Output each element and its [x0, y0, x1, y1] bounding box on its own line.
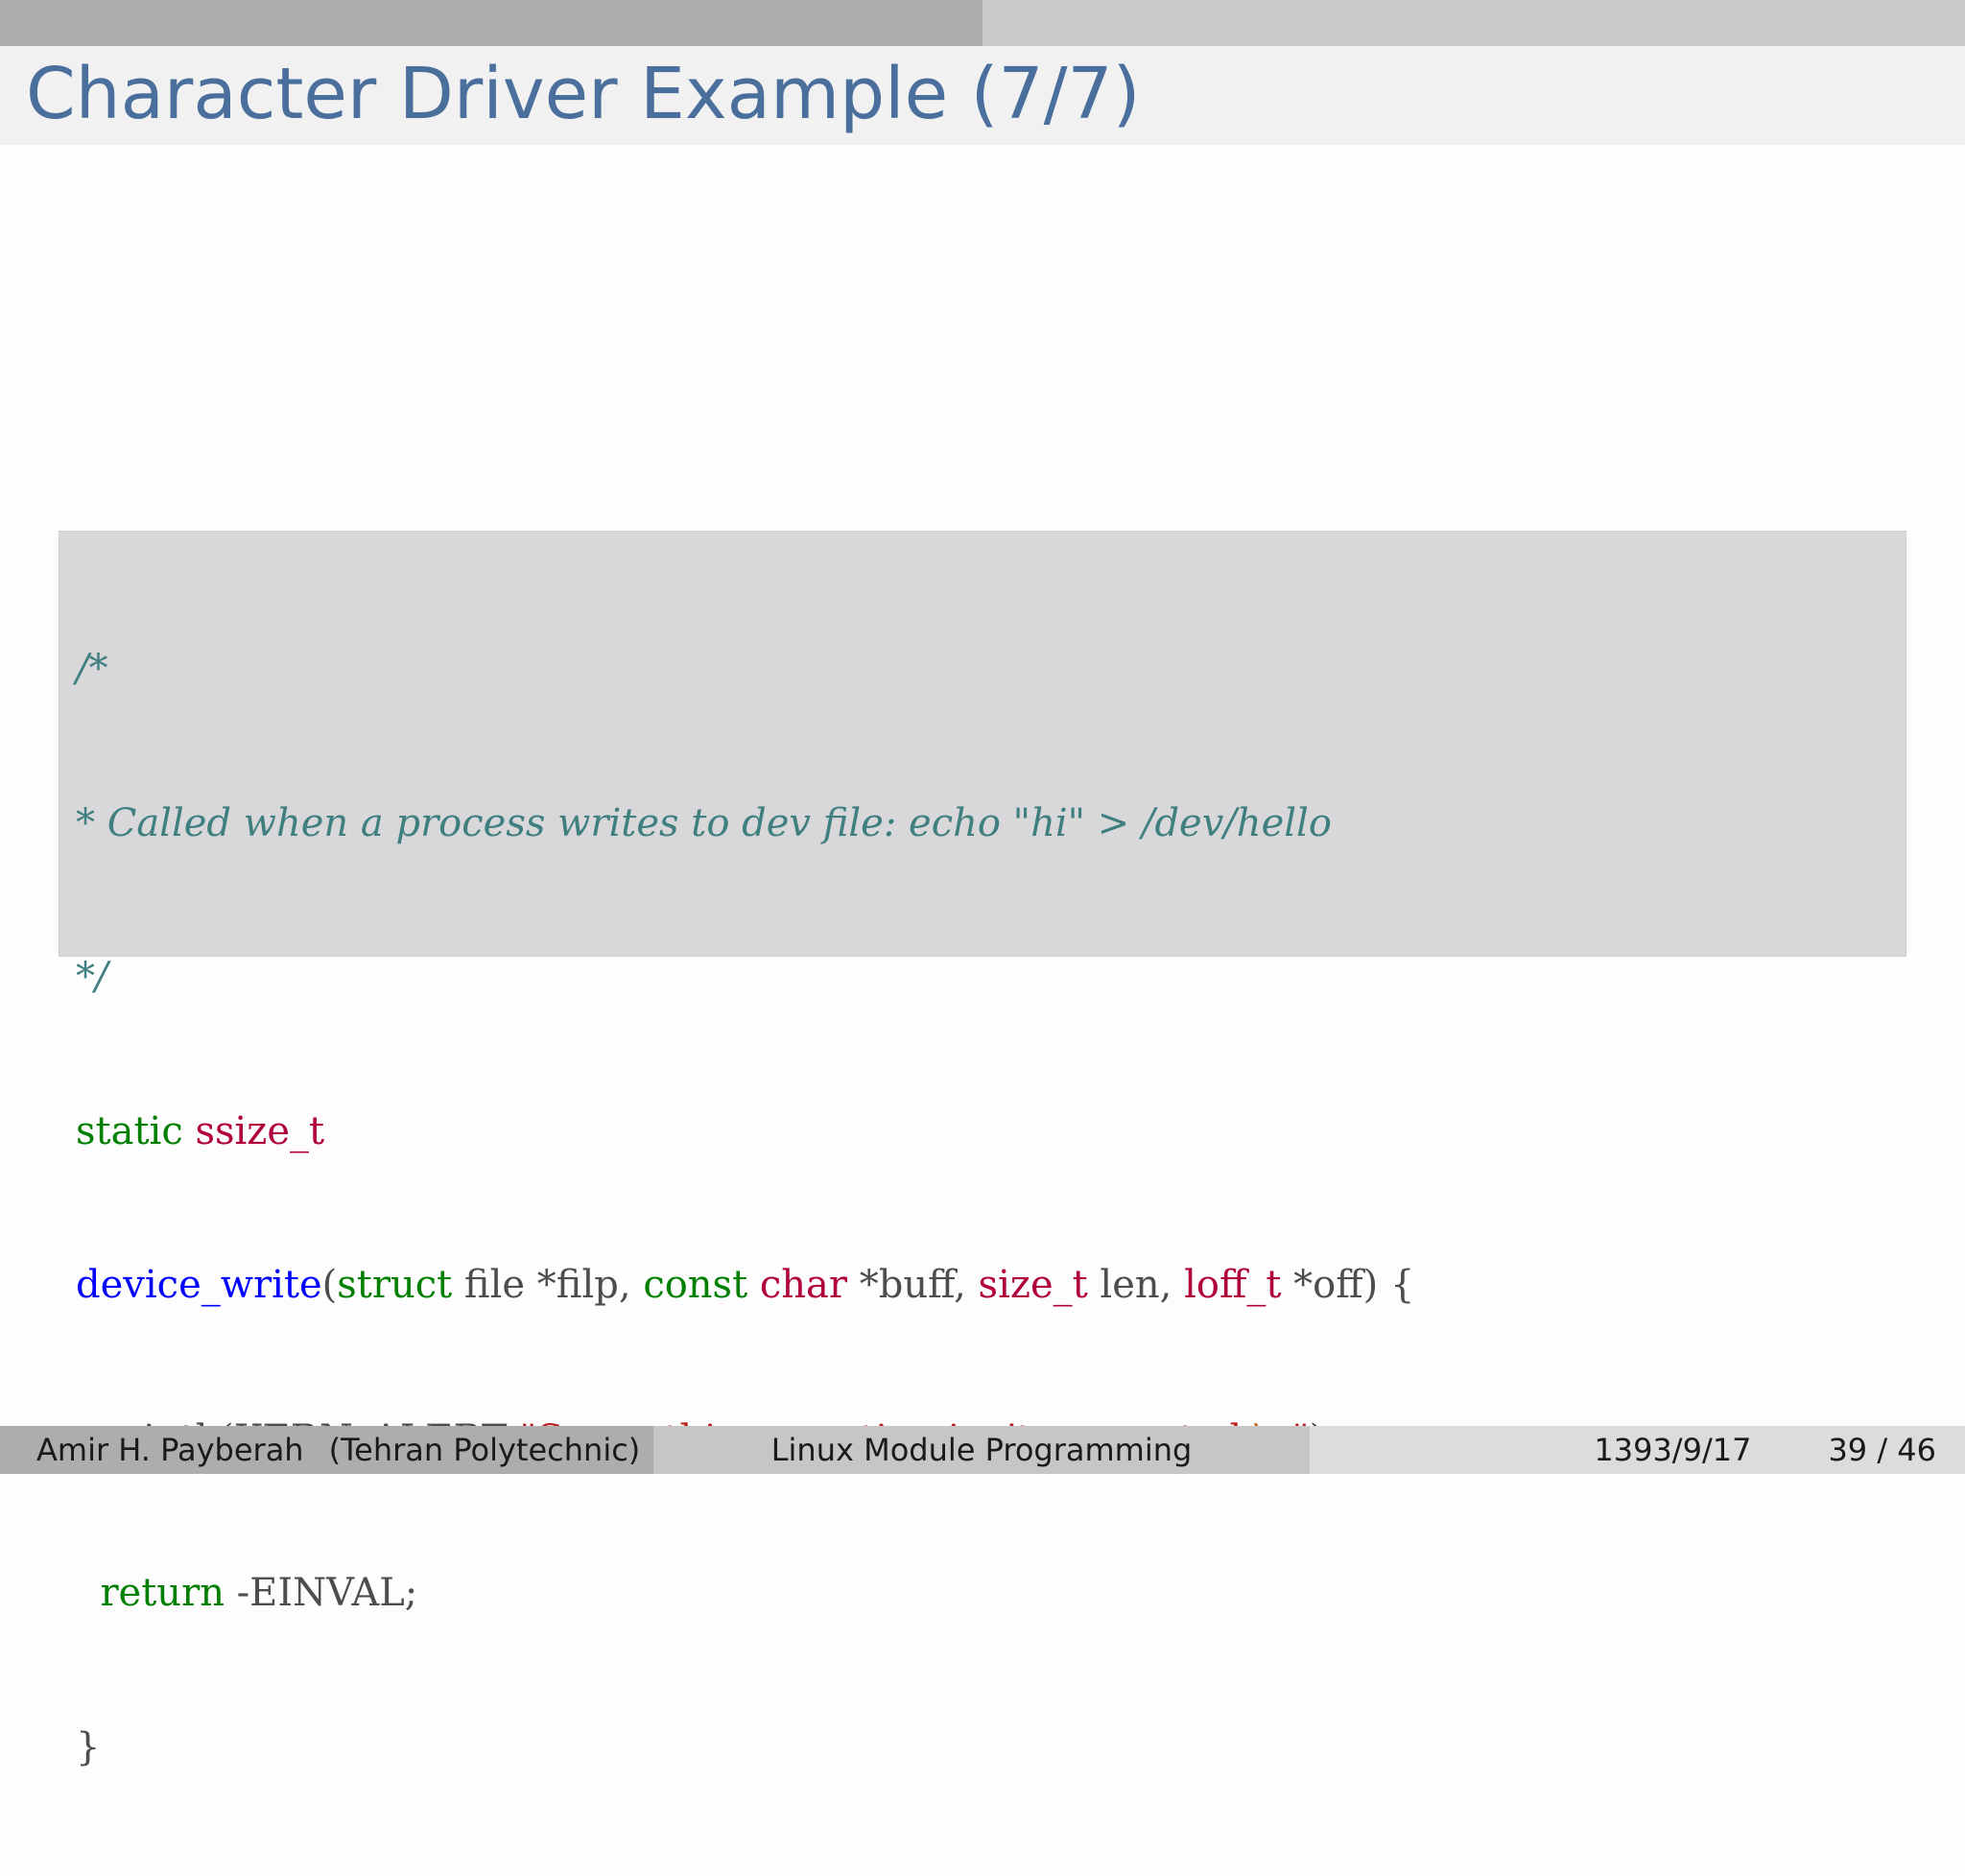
code-keyword: struct	[337, 1263, 453, 1307]
code-comment: */	[76, 955, 108, 999]
code-text: file *filp,	[452, 1263, 644, 1307]
code-line-4: static ssize_t	[76, 1106, 1414, 1158]
code-type: loff_t	[1184, 1263, 1282, 1307]
code-comment: * Called when a process writes to dev fi…	[76, 800, 1332, 845]
footer-date-section: 1393/9/17 39 / 46	[1310, 1426, 1965, 1474]
footer-author: Amir H. Payberah	[36, 1432, 304, 1468]
navigation-bar	[0, 0, 1965, 46]
code-text: *off) {	[1281, 1263, 1415, 1307]
code-line-8: }	[76, 1722, 1414, 1774]
code-line-2: * Called when a process writes to dev fi…	[76, 798, 1414, 850]
code-text: -EINVAL;	[224, 1571, 418, 1615]
code-text: }	[76, 1724, 101, 1769]
slide-title: Character Driver Example (7/7)	[26, 53, 1141, 135]
code-text: (	[321, 1263, 338, 1307]
footer-date: 1393/9/17	[1594, 1432, 1752, 1468]
footer-title-section: Linux Module Programming	[653, 1426, 1310, 1474]
code-keyword: const	[643, 1263, 748, 1307]
code-block: /* * Called when a process writes to dev…	[59, 531, 1906, 1769]
code-type: size_t	[978, 1263, 1088, 1307]
code-text: len,	[1087, 1263, 1185, 1307]
code-type: char	[759, 1263, 848, 1307]
code-type: ssize_t	[195, 1108, 325, 1153]
code-comment: /*	[76, 647, 108, 691]
code-listing: /* * Called when a process writes to dev…	[76, 541, 1414, 1876]
code-text: *buff,	[847, 1263, 979, 1307]
footer-presentation-title: Linux Module Programming	[770, 1432, 1193, 1468]
footer-bar: Amir H. Payberah (Tehran Polytechnic) Li…	[0, 1426, 1965, 1474]
frame-title-band: Character Driver Example (7/7)	[0, 46, 1965, 145]
code-function-name: device_write	[76, 1263, 322, 1307]
code-keyword: static	[76, 1108, 183, 1153]
code-keyword: return	[100, 1571, 225, 1615]
code-line-1: /*	[76, 644, 1414, 696]
footer-page-number: 39 / 46	[1828, 1432, 1936, 1468]
code-line-7: return -EINVAL;	[76, 1568, 1414, 1620]
footer-author-section: Amir H. Payberah (Tehran Polytechnic)	[0, 1426, 653, 1474]
footer-affiliation: (Tehran Polytechnic)	[328, 1432, 641, 1468]
navigation-bar-right	[982, 0, 1965, 46]
code-line-5: device_write(struct file *filp, const ch…	[76, 1260, 1414, 1312]
navigation-bar-left	[0, 0, 982, 46]
code-line-3: */	[76, 952, 1414, 1004]
